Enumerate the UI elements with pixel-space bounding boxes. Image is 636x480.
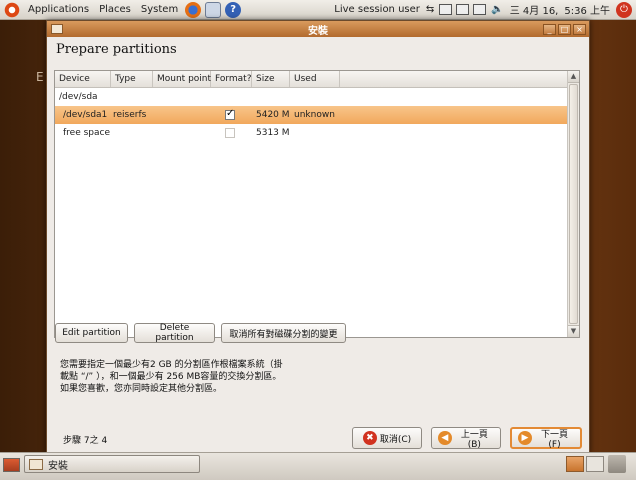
column-mount-point[interactable]: Mount point (153, 71, 211, 87)
forward-button[interactable]: ▶ 下一頁(F) (510, 427, 582, 450)
taskbar-item-label: 安裝 (48, 460, 68, 472)
show-desktop-icon[interactable] (3, 458, 20, 472)
cell-format (211, 108, 252, 120)
cell-size: 5420 MB (256, 110, 290, 120)
panel-tray: Live session user ⇆ 🔈 三 4月 16, 5:36 上午 ⏻ (331, 1, 636, 18)
cell-type: reiserfs (113, 110, 147, 120)
table-row[interactable]: free space 5313 MB (55, 124, 579, 142)
volume-icon[interactable]: 🔈 (488, 4, 506, 15)
table-header: Device Type Mount point Format? Size Use… (55, 71, 579, 88)
background-text: E (36, 70, 44, 84)
user-label[interactable]: Live session user (331, 4, 423, 15)
cell-device: /dev/sda (59, 92, 98, 102)
window-title: 安裝 (308, 25, 328, 37)
back-label: 上一頁(B) (460, 429, 488, 450)
cancel-icon: ✖ (362, 431, 377, 445)
column-used[interactable]: Used (290, 71, 340, 87)
ubuntu-logo-icon[interactable] (4, 1, 20, 18)
forward-label: 下一頁(F) (540, 429, 568, 450)
undo-changes-button[interactable]: 取消所有對磁碟分割的變更 (221, 323, 346, 343)
cell-device: free space (63, 128, 111, 138)
top-panel: Applications Places System ? Live sessio… (0, 0, 636, 20)
menu-places[interactable]: Places (94, 4, 136, 15)
cell-size: 5313 MB (256, 128, 290, 138)
printer-icon[interactable] (439, 4, 453, 15)
taskbar-item-installer[interactable]: 安裝 (24, 455, 200, 473)
switch-user-icon[interactable]: ⇆ (423, 4, 437, 15)
workspace-2[interactable] (586, 456, 604, 472)
cancel-button[interactable]: ✖ 取消(C) (352, 427, 422, 449)
mail-icon[interactable] (205, 1, 222, 18)
scroll-up-arrow-icon[interactable]: ▲ (568, 71, 579, 83)
cancel-label: 取消(C) (379, 434, 412, 445)
clock-date[interactable]: 三 4月 16, (507, 2, 562, 17)
table-row[interactable]: /dev/sda1 reiserfs 5420 MB unknown (55, 106, 579, 124)
description-line: 您需要指定一個最少有2 GB 的分割區作根檔案系統（掛 (60, 360, 283, 370)
menu-applications[interactable]: Applications (23, 4, 94, 15)
firefox-icon[interactable] (185, 1, 202, 18)
network-icon[interactable] (473, 4, 487, 15)
column-format[interactable]: Format? (211, 71, 252, 87)
column-device[interactable]: Device (55, 71, 111, 87)
format-checkbox[interactable] (225, 108, 235, 120)
partition-table: Device Type Mount point Format? Size Use… (54, 70, 580, 338)
partition-description: 您需要指定一個最少有2 GB 的分割區作根檔案系統（掛 載點 “/” ），和一個… (60, 359, 360, 395)
power-icon[interactable]: ⏻ (616, 1, 632, 18)
workspace-1[interactable] (566, 456, 584, 472)
column-size[interactable]: Size (252, 71, 290, 87)
help-icon[interactable]: ? (225, 1, 242, 18)
format-checkbox[interactable] (225, 128, 235, 138)
clock-time[interactable]: 5:36 上午 (561, 2, 613, 17)
arrow-right-icon: ▶ (518, 431, 532, 445)
scrollbar-thumb[interactable] (569, 84, 578, 324)
cell-format (211, 128, 252, 138)
scroll-down-arrow-icon[interactable]: ▼ (568, 325, 579, 337)
cell-device: /dev/sda1 (63, 110, 108, 120)
trash-icon[interactable] (608, 455, 626, 473)
bottom-panel: 安裝 (0, 452, 636, 480)
column-type[interactable]: Type (111, 71, 153, 87)
window-titlebar[interactable]: 安裝 _ □ × (47, 21, 589, 37)
installer-icon (29, 458, 43, 470)
step-indicator: 步驟 7之 4 (63, 436, 108, 446)
edit-partition-button[interactable]: Edit partition (55, 323, 128, 343)
delete-partition-button[interactable]: Delete partition (134, 323, 215, 343)
page-title: Prepare partitions (56, 42, 177, 57)
table-row[interactable]: /dev/sda (55, 88, 579, 106)
table-scrollbar[interactable]: ▲ ▼ (567, 71, 579, 337)
back-button[interactable]: ◀ 上一頁(B) (431, 427, 501, 450)
description-line: 載點 “/” ），和一個最少有 256 MB容量的交換分割區。 (60, 372, 282, 382)
description-line: 如果您喜歡，您亦同時設定其他分割區。 (60, 384, 223, 394)
menu-system[interactable]: System (136, 4, 183, 15)
keyboard-icon[interactable] (456, 4, 470, 15)
cell-used: unknown (294, 110, 335, 120)
arrow-left-icon: ◀ (438, 431, 452, 445)
installer-window: 安裝 _ □ × Prepare partitions Device Type … (46, 20, 590, 454)
